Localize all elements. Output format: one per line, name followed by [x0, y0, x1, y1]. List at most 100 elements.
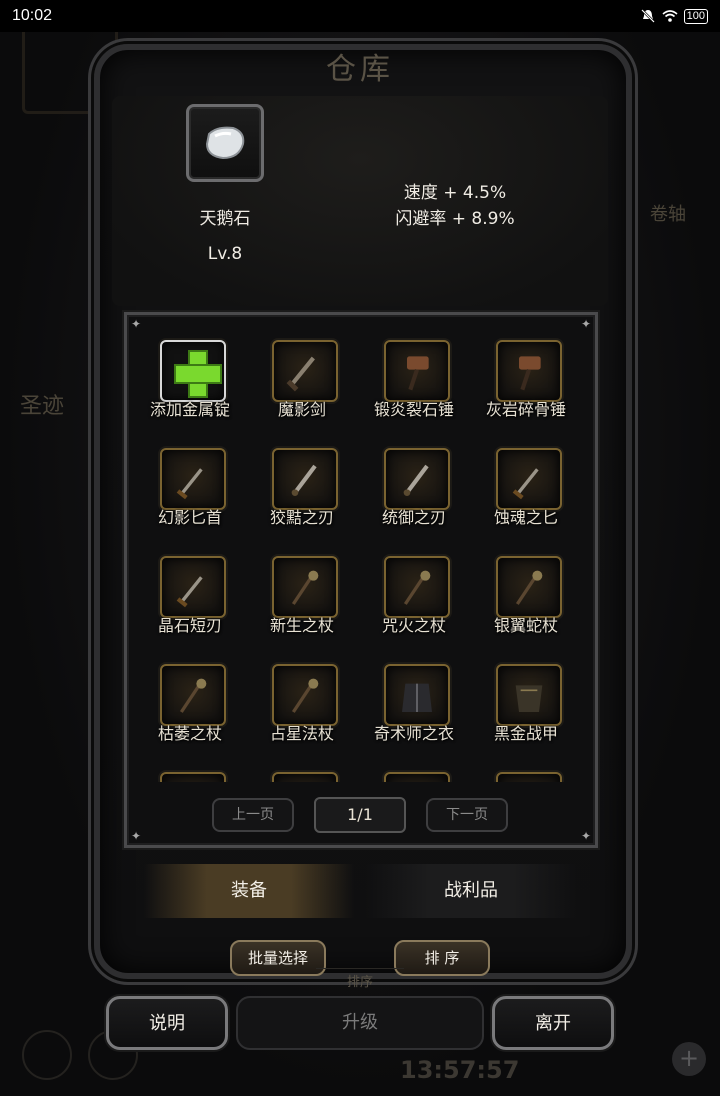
next-page-button[interactable]: 下一页: [426, 798, 508, 832]
item-slot[interactable]: [496, 664, 562, 726]
item-slot[interactable]: [496, 772, 562, 782]
prev-page-button[interactable]: 上一页: [212, 798, 294, 832]
item-slot[interactable]: [384, 340, 450, 402]
item-icon: [504, 780, 554, 782]
tab-loot[interactable]: 战利品: [366, 864, 576, 918]
upgrade-button[interactable]: 升级: [236, 996, 484, 1050]
background-decoration: [26, 330, 64, 374]
inventory-item[interactable]: 晶石短刃: [134, 546, 246, 635]
item-slot[interactable]: [496, 340, 562, 402]
staff-icon: [403, 570, 431, 605]
sword-icon: [286, 356, 315, 392]
mute-icon: [640, 9, 655, 23]
item-label: 晶石短刃: [157, 616, 222, 635]
item-slot[interactable]: [496, 448, 562, 510]
stone-icon: [205, 126, 245, 160]
item-slot[interactable]: [384, 772, 450, 782]
item-label: 魔影剑: [277, 400, 326, 419]
inventory-item[interactable]: 幻影匕首: [134, 438, 246, 527]
background-timer: 13:57:57: [400, 1056, 520, 1084]
inventory-item[interactable]: 锻炎裂石锤: [358, 330, 470, 419]
inventory-grid: 添加金属锭 魔影剑 锻炎裂石锤 灰岩碎骨锤幻影匕首 狡黠之刃 统御之刃 蚀魂之匕晶石短刃 新生…: [134, 330, 582, 782]
item-icon: [392, 780, 442, 782]
background-left-label: 圣迹: [20, 394, 65, 419]
page-indicator: 1/1: [314, 797, 406, 833]
item-label: 统御之刃: [381, 508, 446, 527]
item-slot[interactable]: [384, 448, 450, 510]
item-slot[interactable]: [160, 448, 226, 510]
item-stat-evasion: 闪避率 + 8.9%: [395, 209, 515, 229]
item-stat-speed: 速度 + 4.5%: [403, 183, 507, 203]
background-plus-icon: +: [672, 1042, 706, 1076]
inventory-item[interactable]: [470, 762, 582, 782]
background-right-label: 卷轴: [650, 204, 686, 225]
inventory-item[interactable]: 咒火之杖: [358, 546, 470, 635]
item-slot[interactable]: [160, 772, 226, 782]
help-button[interactable]: 说明: [106, 996, 228, 1050]
dagger-icon: [512, 468, 539, 500]
item-label: 灰岩碎骨锤: [485, 400, 566, 419]
inventory-item[interactable]: 灰岩碎骨锤: [470, 330, 582, 419]
status-bar: 10:02 100: [0, 0, 720, 32]
inventory-item[interactable]: 新生之杖: [246, 546, 358, 635]
staff-icon: [291, 678, 319, 713]
corner-ornament-icon: ✦: [131, 829, 142, 843]
item-label: 蚀魂之匕: [493, 508, 558, 527]
item-label: 幻影匕首: [157, 508, 222, 527]
corner-ornament-icon: ✦: [580, 829, 591, 843]
inventory-item[interactable]: 黑金战甲: [470, 654, 582, 743]
item-slot[interactable]: [272, 556, 338, 618]
panel-title: 仓库: [326, 52, 394, 87]
wifi-icon: [662, 10, 678, 22]
leave-button[interactable]: 离开: [492, 996, 614, 1050]
item-label: 黑金战甲: [493, 724, 558, 743]
item-label: 新生之杖: [269, 616, 334, 635]
item-slot[interactable]: [384, 664, 450, 726]
inventory-item[interactable]: 枯萎之杖: [134, 654, 246, 743]
inventory-item[interactable]: 占星法杖: [246, 654, 358, 743]
plus-icon: [172, 348, 222, 398]
armor-icon: [515, 685, 543, 712]
item-label: 银翼蛇杖: [493, 616, 558, 635]
item-slot[interactable]: [272, 772, 338, 782]
item-label: 奇术师之衣: [373, 724, 454, 743]
inventory-item[interactable]: 银翼蛇杖: [470, 546, 582, 635]
item-slot[interactable]: [272, 340, 338, 402]
item-label: 狡黠之刃: [269, 508, 334, 527]
selected-item-slot[interactable]: [186, 104, 264, 182]
item-label: 咒火之杖: [381, 616, 446, 635]
sort-button[interactable]: 排 序: [394, 940, 490, 976]
hammer-icon: [519, 356, 541, 391]
inventory-item[interactable]: 狡黠之刃: [246, 438, 358, 527]
robe-icon: [402, 683, 432, 712]
blade-icon: [403, 464, 429, 496]
inventory-item[interactable]: 魔影剑: [246, 330, 358, 419]
item-slot[interactable]: [272, 448, 338, 510]
item-slot[interactable]: [384, 556, 450, 618]
background-circle-icon: [22, 1030, 72, 1080]
inventory-item[interactable]: 统御之刃: [358, 438, 470, 527]
batch-select-button[interactable]: 批量选择: [230, 940, 326, 976]
item-slot[interactable]: [496, 556, 562, 618]
inventory-item[interactable]: [246, 762, 358, 782]
item-label: 枯萎之杖: [157, 724, 222, 743]
background-sort-label: 排序: [316, 968, 404, 996]
item-slot[interactable]: [160, 340, 226, 402]
blade-icon: [291, 464, 317, 496]
inventory-item[interactable]: 奇术师之衣: [358, 654, 470, 743]
item-name: 天鹅石: [199, 209, 251, 229]
inventory-grid-viewport[interactable]: 添加金属锭 魔影剑 锻炎裂石锤 灰岩碎骨锤幻影匕首 狡黠之刃 统御之刃 蚀魂之匕晶石短刃 新生…: [134, 330, 588, 782]
inventory-item[interactable]: 蚀魂之匕: [470, 438, 582, 527]
inventory-item[interactable]: 添加金属锭: [134, 330, 246, 419]
item-label: 锻炎裂石锤: [373, 400, 454, 419]
item-slot[interactable]: [160, 556, 226, 618]
tab-equipment[interactable]: 装备: [144, 864, 354, 918]
inventory-item[interactable]: [358, 762, 470, 782]
item-slot[interactable]: [160, 664, 226, 726]
status-icons: 100: [640, 8, 708, 24]
item-icon: [168, 780, 218, 782]
status-time: 10:02: [12, 7, 53, 24]
item-label: 占星法杖: [269, 724, 334, 743]
inventory-item[interactable]: [134, 762, 246, 782]
item-slot[interactable]: [272, 664, 338, 726]
